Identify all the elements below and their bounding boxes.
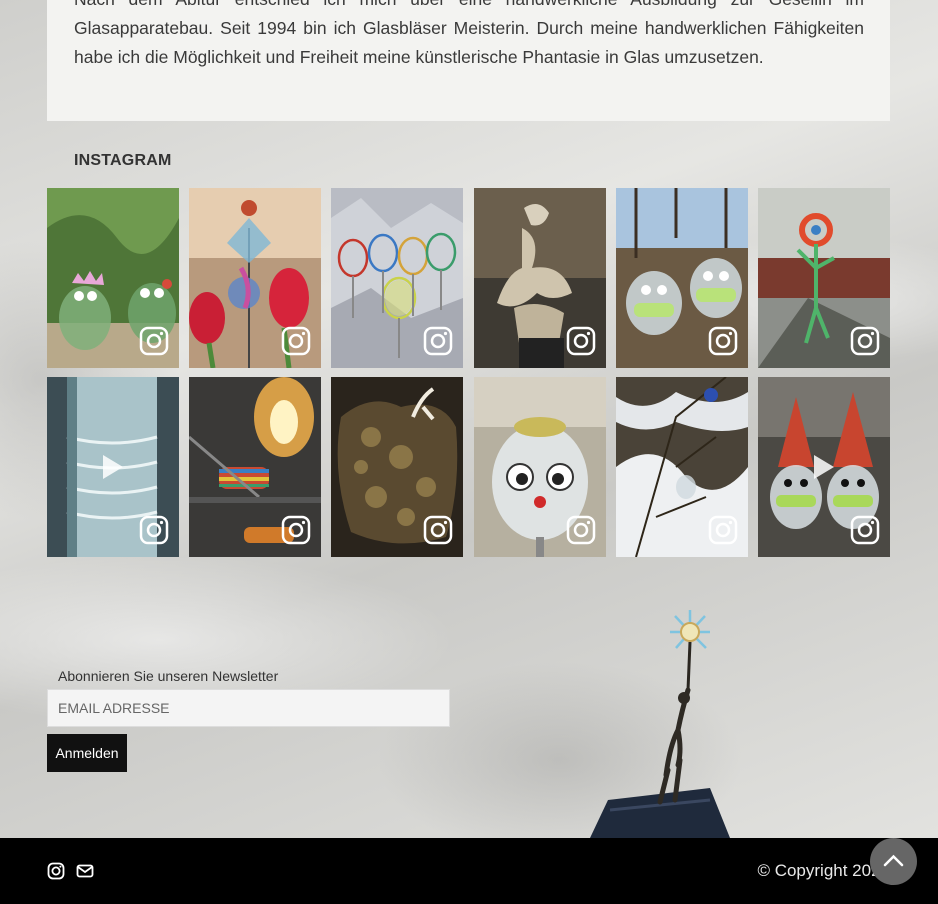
instagram-icon xyxy=(708,326,738,356)
instagram-icon xyxy=(423,326,453,356)
instagram-icon xyxy=(850,515,880,545)
instagram-icon xyxy=(139,515,169,545)
instagram-post-7[interactable] xyxy=(47,377,179,557)
instagram-post-5[interactable] xyxy=(616,188,748,368)
email-field[interactable] xyxy=(47,689,450,727)
chevron-up-icon xyxy=(883,854,904,867)
instagram-post-9[interactable] xyxy=(331,377,463,557)
instagram-icon xyxy=(566,326,596,356)
instagram-post-12[interactable] xyxy=(758,377,890,557)
site-footer: © Copyright 2021 xyxy=(0,838,938,904)
instagram-icon xyxy=(566,515,596,545)
instagram-icon xyxy=(423,515,453,545)
intro-text: Nach dem Abitur entschied ich mich über … xyxy=(74,0,864,67)
play-icon xyxy=(814,455,834,479)
envelope-icon[interactable] xyxy=(76,862,94,880)
instagram-icon[interactable] xyxy=(47,862,65,880)
instagram-post-2[interactable] xyxy=(189,188,321,368)
sculpture-image xyxy=(590,610,730,838)
instagram-icon xyxy=(850,326,880,356)
instagram-post-8[interactable] xyxy=(189,377,321,557)
instagram-heading: INSTAGRAM xyxy=(74,152,172,169)
scroll-to-top-button[interactable] xyxy=(870,838,917,885)
instagram-icon xyxy=(708,515,738,545)
instagram-post-3[interactable] xyxy=(331,188,463,368)
newsletter-label: Abonnieren Sie unseren Newsletter xyxy=(58,668,279,684)
instagram-post-6[interactable] xyxy=(758,188,890,368)
subscribe-button[interactable]: Anmelden xyxy=(47,734,127,772)
instagram-post-4[interactable] xyxy=(474,188,606,368)
play-icon xyxy=(103,455,123,479)
instagram-post-11[interactable] xyxy=(616,377,748,557)
instagram-icon xyxy=(281,515,311,545)
instagram-post-1[interactable] xyxy=(47,188,179,368)
instagram-icon xyxy=(139,326,169,356)
instagram-post-10[interactable] xyxy=(474,377,606,557)
instagram-icon xyxy=(281,326,311,356)
